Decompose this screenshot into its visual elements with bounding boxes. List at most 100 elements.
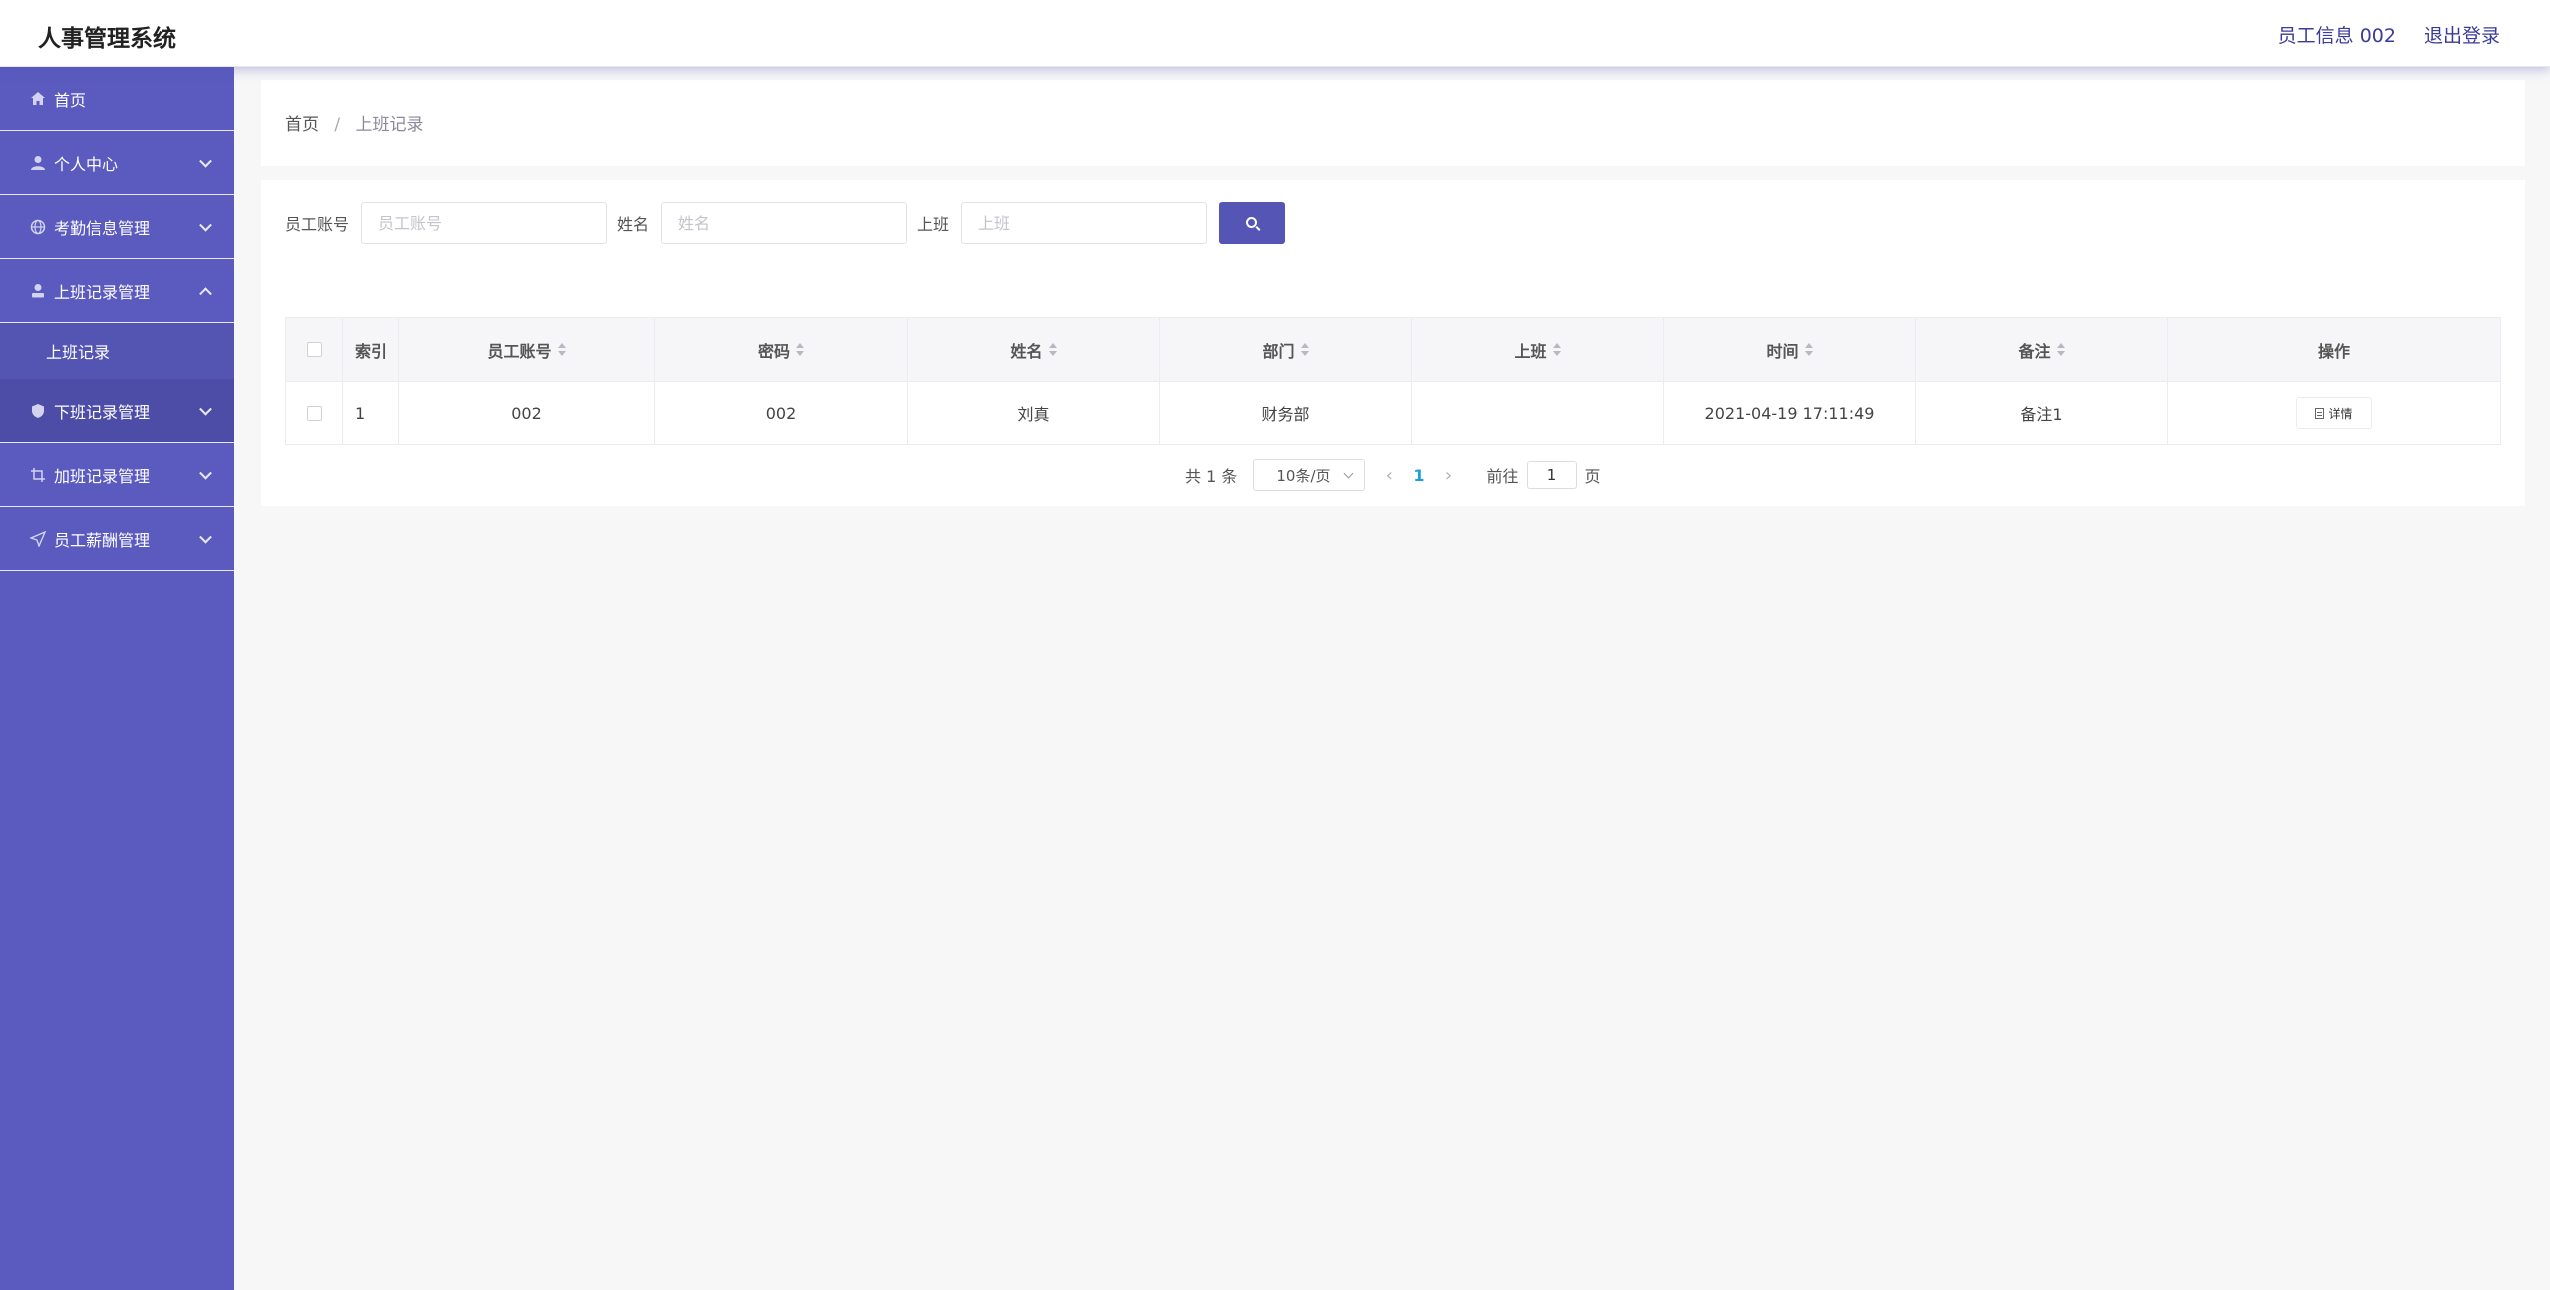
page-number[interactable]: 1 bbox=[1413, 466, 1424, 485]
send-icon bbox=[28, 530, 48, 547]
breadcrumb-card: 首页 / 上班记录 bbox=[261, 80, 2525, 166]
user-info-link[interactable]: 员工信息 002 bbox=[2278, 21, 2396, 48]
sidebar-item-label: 加班记录管理 bbox=[54, 466, 151, 486]
row-checkbox[interactable] bbox=[306, 405, 322, 421]
column-header-label: 密码 bbox=[757, 341, 790, 361]
account-label: 员工账号 bbox=[285, 215, 350, 234]
sidebar-item-overtime-management[interactable]: 加班记录管理 bbox=[0, 443, 234, 507]
sort-icon[interactable] bbox=[1552, 343, 1561, 356]
sidebar-item-personal-center[interactable]: 个人中心 bbox=[0, 131, 234, 195]
account-search-input[interactable] bbox=[361, 202, 608, 244]
table-header-row: 索引 员工账号 密码 姓名 部门 上班 时间 备注 操作 bbox=[286, 318, 2500, 381]
name-search-input[interactable] bbox=[661, 202, 908, 244]
cell-department: 财务部 bbox=[1159, 382, 1411, 444]
sort-icon[interactable] bbox=[557, 343, 566, 356]
shield-icon bbox=[28, 403, 48, 419]
column-header-label: 操作 bbox=[2317, 341, 2350, 361]
sidebar-item-salary-management[interactable]: 员工薪酬管理 bbox=[0, 507, 234, 571]
column-header-actions: 操作 bbox=[2167, 318, 2500, 381]
sidebar-item-label: 首页 bbox=[54, 90, 87, 110]
search-button[interactable] bbox=[1219, 202, 1286, 244]
chevron-down-icon bbox=[199, 466, 212, 480]
select-all-cell bbox=[286, 318, 342, 381]
sidebar-item-label: 考勤信息管理 bbox=[54, 218, 151, 238]
cell-actions: 详情 bbox=[2167, 382, 2500, 444]
column-header-label: 备注 bbox=[2018, 341, 2051, 361]
chevron-down-icon bbox=[199, 154, 212, 168]
column-header-account[interactable]: 员工账号 bbox=[398, 318, 654, 381]
column-header-label: 姓名 bbox=[1010, 341, 1043, 361]
column-header-label: 时间 bbox=[1766, 341, 1799, 361]
breadcrumb-current: 上班记录 bbox=[355, 115, 424, 135]
table-row: 1 002 002 刘真 财务部 2021-04-19 17:11:49 备注1… bbox=[286, 381, 2500, 444]
column-header-label: 索引 bbox=[355, 341, 388, 361]
person-icon bbox=[28, 283, 48, 298]
column-header-name[interactable]: 姓名 bbox=[907, 318, 1159, 381]
document-icon bbox=[2315, 407, 2325, 419]
goto-page-input[interactable] bbox=[1526, 461, 1577, 489]
breadcrumb: 首页 / 上班记录 bbox=[285, 110, 424, 135]
goto-suffix: 页 bbox=[1584, 467, 1601, 486]
sort-icon[interactable] bbox=[1048, 343, 1057, 356]
header-actions: 员工信息 002 退出登录 bbox=[2278, 21, 2500, 48]
crop-icon bbox=[28, 467, 48, 483]
shift-search-input[interactable] bbox=[961, 202, 1208, 244]
prev-page-icon[interactable]: ‹ bbox=[1377, 465, 1401, 486]
logout-link[interactable]: 退出登录 bbox=[2424, 21, 2500, 48]
sidebar-item-label: 下班记录管理 bbox=[54, 402, 151, 422]
content-card: 员工账号 姓名 上班 索引 员工账号 密码 姓名 bbox=[261, 180, 2525, 506]
sidebar: 首页 个人中心 考勤信息管理 上班记录管理 上班记录 下班记录管理 加班记录管理… bbox=[0, 67, 234, 1290]
column-header-index: 索引 bbox=[342, 318, 398, 381]
top-header: 人事管理系统 员工信息 002 退出登录 bbox=[0, 0, 2550, 67]
globe-icon bbox=[28, 219, 48, 235]
detail-button[interactable]: 详情 bbox=[2296, 397, 2372, 429]
sort-icon[interactable] bbox=[796, 343, 804, 356]
cell-time: 2021-04-19 17:11:49 bbox=[1663, 382, 1915, 444]
next-page-icon[interactable]: › bbox=[1437, 465, 1461, 486]
column-header-shift[interactable]: 上班 bbox=[1411, 318, 1663, 381]
chevron-down-icon bbox=[199, 218, 212, 232]
pagination-total: 共 1 条 bbox=[1185, 467, 1238, 486]
sidebar-item-home[interactable]: 首页 bbox=[0, 67, 234, 131]
records-table: 索引 员工账号 密码 姓名 部门 上班 时间 备注 操作 1 002 002 刘… bbox=[285, 317, 2501, 445]
chevron-down-icon bbox=[199, 530, 212, 544]
column-header-remark[interactable]: 备注 bbox=[1915, 318, 2167, 381]
cell-password: 002 bbox=[654, 382, 907, 444]
page-size-select[interactable]: 10条/页 bbox=[1253, 459, 1366, 491]
home-icon bbox=[28, 91, 48, 106]
search-icon bbox=[1246, 217, 1258, 228]
name-label: 姓名 bbox=[617, 215, 650, 234]
cell-account: 002 bbox=[398, 382, 654, 444]
sort-icon[interactable] bbox=[1300, 343, 1309, 356]
sidebar-subitem-clock-in-records[interactable]: 上班记录 bbox=[0, 323, 234, 379]
search-bar: 员工账号 姓名 上班 bbox=[285, 202, 1286, 244]
cell-remark: 备注1 bbox=[1915, 382, 2167, 444]
sidebar-item-attendance[interactable]: 考勤信息管理 bbox=[0, 195, 234, 259]
sort-icon[interactable] bbox=[2056, 343, 2065, 356]
sidebar-item-label: 上班记录管理 bbox=[54, 282, 151, 302]
goto-prefix: 前往 bbox=[1486, 467, 1519, 486]
chevron-down-icon bbox=[199, 402, 212, 416]
chevron-up-icon bbox=[199, 286, 212, 300]
column-header-department[interactable]: 部门 bbox=[1159, 318, 1411, 381]
pagination: 共 1 条 10条/页 ‹ 1 › 前往 页 bbox=[1185, 459, 1601, 491]
breadcrumb-home[interactable]: 首页 bbox=[285, 115, 319, 135]
sidebar-item-label: 员工薪酬管理 bbox=[54, 530, 151, 550]
detail-button-label: 详情 bbox=[2328, 406, 2353, 421]
chevron-down-icon bbox=[1343, 468, 1354, 479]
sidebar-item-clock-out-management[interactable]: 下班记录管理 bbox=[0, 379, 234, 443]
select-all-checkbox[interactable] bbox=[306, 342, 322, 357]
shift-label: 上班 bbox=[917, 215, 950, 234]
column-header-password[interactable]: 密码 bbox=[654, 318, 907, 381]
cell-name: 刘真 bbox=[907, 382, 1159, 444]
sidebar-item-clock-in-management[interactable]: 上班记录管理 bbox=[0, 259, 234, 323]
page-goto: 前往 页 bbox=[1487, 461, 1601, 489]
cell-index: 1 bbox=[342, 382, 398, 444]
column-header-label: 部门 bbox=[1262, 341, 1295, 361]
sort-icon[interactable] bbox=[1804, 343, 1813, 356]
row-select-cell bbox=[286, 382, 342, 444]
page-size-value: 10条/页 bbox=[1276, 466, 1331, 485]
column-header-time[interactable]: 时间 bbox=[1663, 318, 1915, 381]
app-title: 人事管理系统 bbox=[38, 26, 176, 52]
sidebar-item-label: 个人中心 bbox=[54, 154, 119, 174]
